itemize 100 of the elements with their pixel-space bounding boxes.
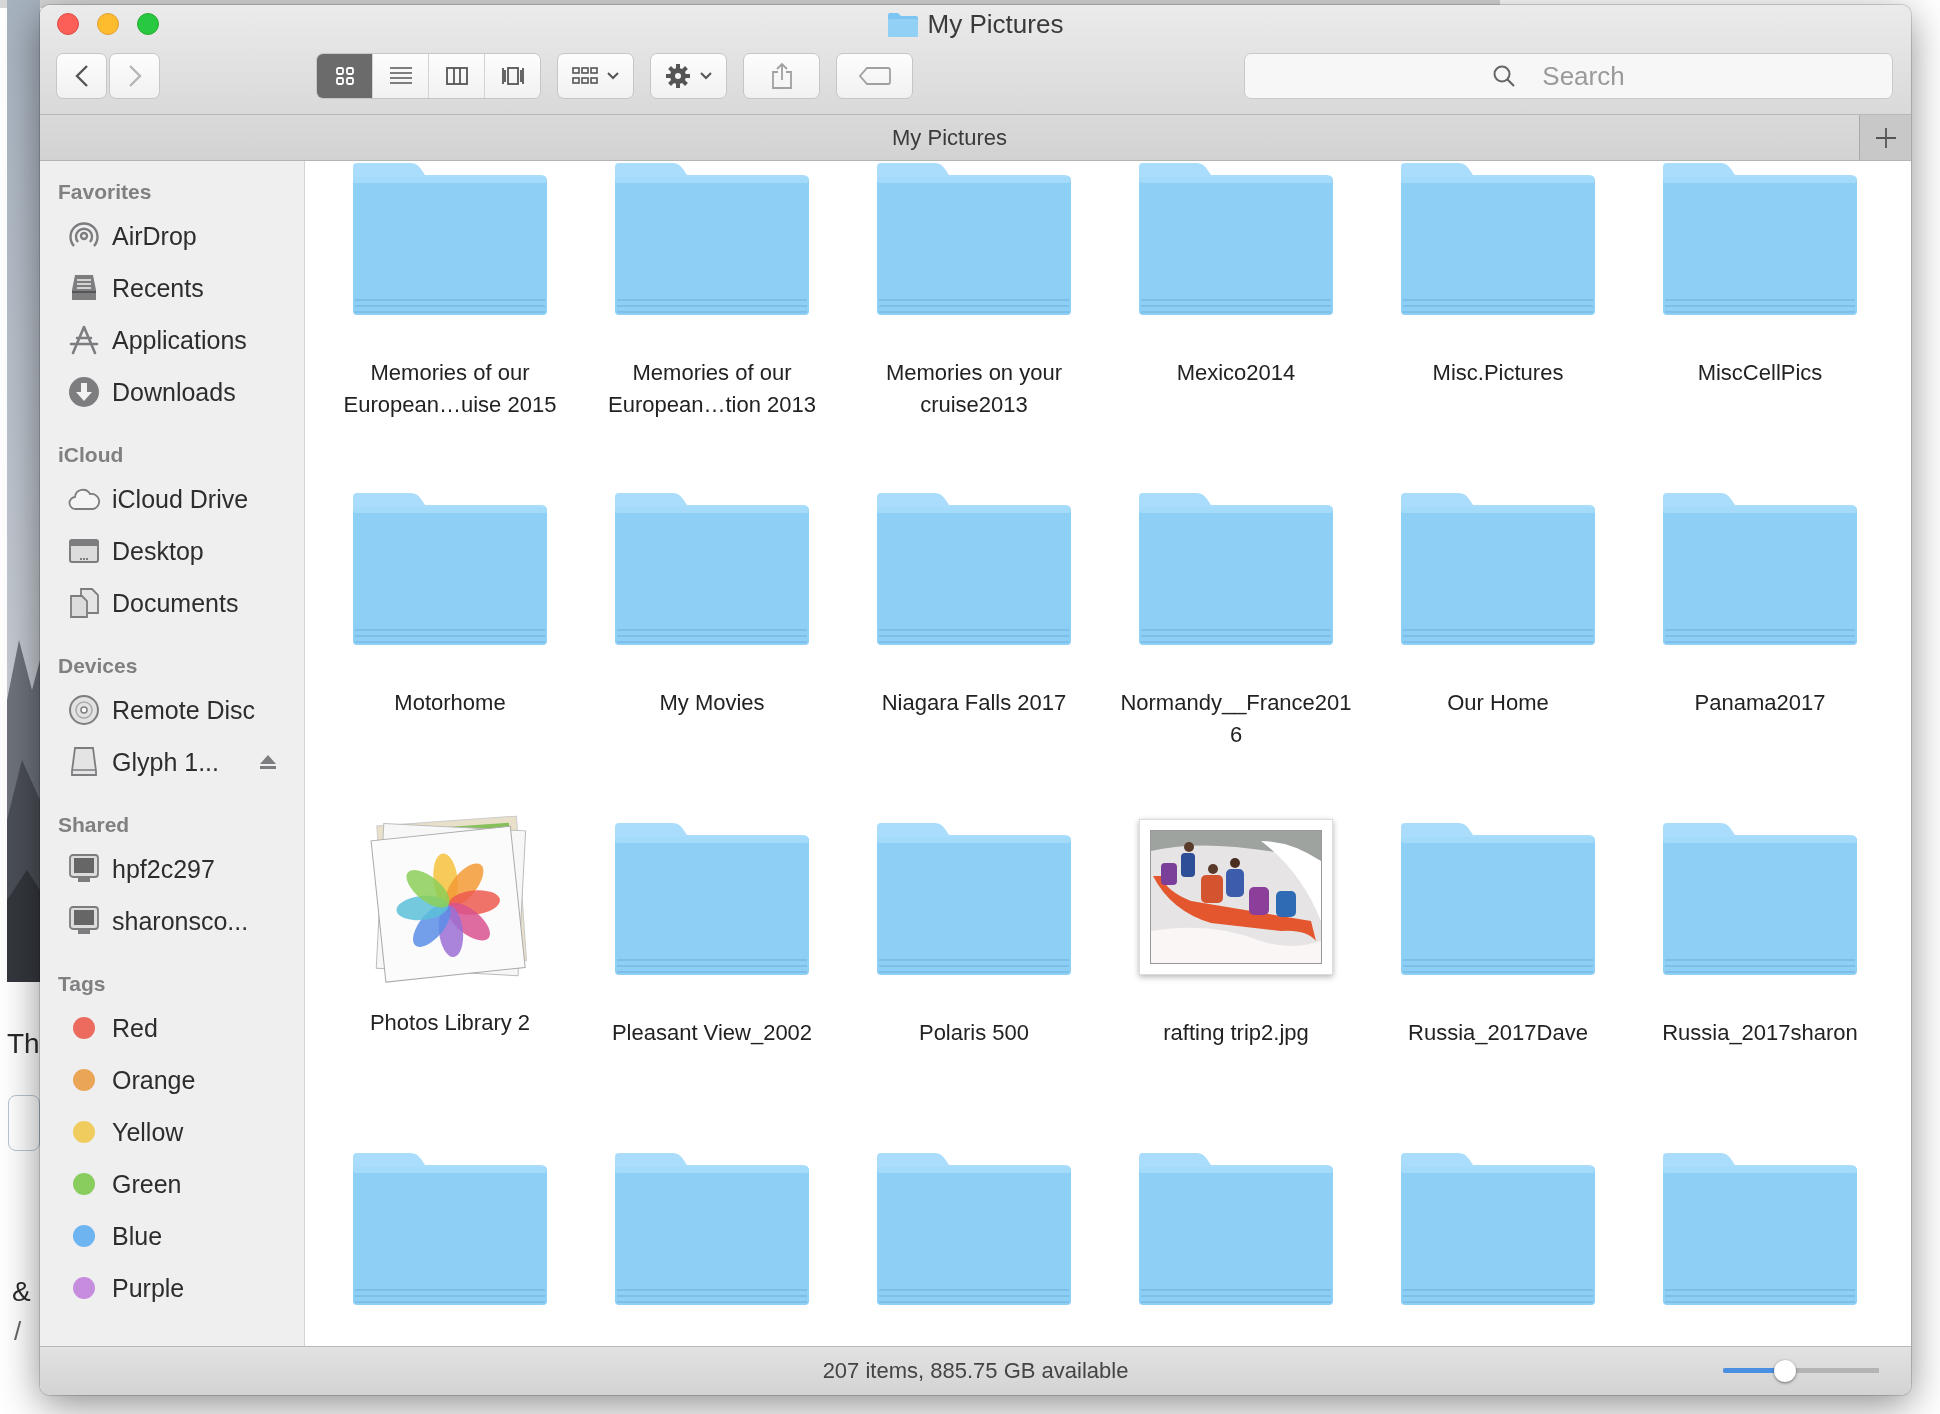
- search-icon: [1492, 64, 1516, 88]
- sidebar-item[interactable]: Red: [58, 1002, 304, 1054]
- folder-icon: [1401, 493, 1595, 645]
- item-name[interactable]: Russia_2017sharon: [1640, 1017, 1880, 1049]
- sidebar-heading: Favorites: [58, 180, 152, 203]
- sidebar-heading: iCloud: [58, 443, 124, 466]
- item-name[interactable]: Memories of our European…uise 2015: [330, 357, 570, 421]
- background-button[interactable]: [8, 1095, 40, 1151]
- back-button[interactable]: [56, 53, 107, 99]
- computer-icon: [68, 905, 100, 937]
- disc-icon: [68, 694, 100, 726]
- share-button[interactable]: [743, 53, 820, 99]
- item-name[interactable]: Misc.Pictures: [1378, 357, 1618, 389]
- sidebar-item[interactable]: sharonsco...: [58, 895, 304, 947]
- sidebar-heading: Devices: [58, 654, 138, 677]
- sidebar-item[interactable]: Remote Disc: [58, 684, 304, 736]
- folder-icon: [877, 493, 1071, 645]
- share-icon: [770, 62, 793, 90]
- view-mode-button[interactable]: [373, 54, 429, 98]
- folder-icon: [877, 163, 1071, 315]
- folder-icon: [615, 493, 809, 645]
- image-thumbnail[interactable]: [1139, 819, 1333, 975]
- item-name[interactable]: Russia_2017Dave: [1378, 1017, 1618, 1049]
- background-text: /: [14, 1316, 22, 1347]
- sidebar-item[interactable]: Documents: [58, 577, 304, 629]
- sidebar-item[interactable]: Yellow: [58, 1106, 304, 1158]
- view-mode-button[interactable]: [485, 54, 540, 98]
- tag-button[interactable]: [836, 53, 913, 99]
- add-tab-button[interactable]: [1859, 115, 1911, 160]
- item-name[interactable]: Normandy__France2016: [1116, 687, 1356, 751]
- sidebar-item[interactable]: Green: [58, 1158, 304, 1210]
- sidebar-item[interactable]: Blue: [58, 1210, 304, 1262]
- sidebar-heading: Shared: [58, 813, 130, 836]
- folder-icon: [1139, 493, 1333, 645]
- gear-icon: [664, 63, 691, 89]
- folder-icon: [1663, 1153, 1857, 1305]
- folder-icon: [1401, 1153, 1595, 1305]
- sidebar-item[interactable]: Desktop: [58, 525, 304, 577]
- item-name[interactable]: Mexico2014: [1116, 357, 1356, 389]
- sidebar-item[interactable]: AirDrop: [58, 210, 304, 262]
- sidebar-item[interactable]: Recents: [58, 262, 304, 314]
- folder-icon: [1401, 163, 1595, 315]
- drive-icon: [68, 746, 100, 778]
- item-name[interactable]: Memories on your cruise2013: [854, 357, 1094, 421]
- view-mode-button[interactable]: [429, 54, 485, 98]
- tag-icon: [857, 66, 892, 86]
- search-field[interactable]: Search: [1244, 53, 1893, 99]
- item-name[interactable]: Our Home: [1378, 687, 1618, 719]
- columns-icon: [445, 65, 468, 87]
- item-name[interactable]: Panama2017: [1640, 687, 1880, 719]
- sidebar-heading: Tags: [58, 972, 106, 995]
- plus-icon: [1874, 126, 1897, 149]
- folder-icon: [1663, 163, 1857, 315]
- view-mode-control[interactable]: [316, 53, 541, 99]
- item-name[interactable]: rafting trip2.jpg: [1116, 1017, 1356, 1049]
- folder-icon: [887, 12, 918, 37]
- caret-icon: [698, 71, 713, 81]
- view-mode-button[interactable]: [317, 54, 373, 98]
- item-name[interactable]: MiscCellPics: [1640, 357, 1880, 389]
- item-name[interactable]: Pleasant View_2002: [592, 1017, 832, 1049]
- item-name[interactable]: My Movies: [592, 687, 832, 719]
- item-name[interactable]: Motorhome: [330, 687, 570, 719]
- folder-icon: [877, 823, 1071, 975]
- item-name[interactable]: Polaris 500: [854, 1017, 1094, 1049]
- folder-icon: [353, 493, 547, 645]
- arrange-button[interactable]: [557, 53, 634, 99]
- grid-icon: [571, 66, 598, 86]
- caret-icon: [605, 71, 620, 81]
- item-name[interactable]: Niagara Falls 2017: [854, 687, 1094, 719]
- close-button[interactable]: [57, 13, 79, 35]
- sidebar-item[interactable]: hpf2c297: [58, 843, 304, 895]
- item-name[interactable]: Memories of our European…tion 2013: [592, 357, 832, 421]
- chevron-right-icon: [127, 64, 142, 88]
- folder-icon: [1139, 163, 1333, 315]
- sidebar-item[interactable]: Applications: [58, 314, 304, 366]
- sidebar-item[interactable]: Glyph 1...: [58, 736, 304, 788]
- folder-icon: [615, 823, 809, 975]
- background-text: &: [12, 1276, 31, 1308]
- item-name[interactable]: Photos Library 2: [330, 1007, 570, 1039]
- folder-icon: [353, 1153, 547, 1305]
- folder-icon: [1663, 493, 1857, 645]
- slider-thumb[interactable]: [1774, 1360, 1797, 1382]
- folder-icon: [615, 163, 809, 315]
- path-title: My Pictures: [892, 124, 1007, 151]
- status-text: 207 items, 885.75 GB available: [822, 1358, 1129, 1384]
- action-button[interactable]: [650, 53, 727, 99]
- folder-icon: [877, 1153, 1071, 1305]
- window-title: My Pictures: [927, 9, 1064, 40]
- sidebar-item[interactable]: Downloads: [58, 366, 304, 418]
- folder-icon: [615, 1153, 809, 1305]
- gallery-icon: [501, 65, 524, 87]
- zoom-button[interactable]: [137, 13, 159, 35]
- sidebar-item[interactable]: iCloud Drive: [58, 473, 304, 525]
- eject-icon[interactable]: [259, 754, 277, 770]
- list-icon: [389, 65, 412, 87]
- computer-icon: [68, 853, 100, 885]
- chevron-left-icon: [74, 64, 89, 88]
- sidebar-item[interactable]: Purple: [58, 1262, 304, 1314]
- sidebar-item[interactable]: Orange: [58, 1054, 304, 1106]
- background-text: Th: [7, 1028, 40, 1060]
